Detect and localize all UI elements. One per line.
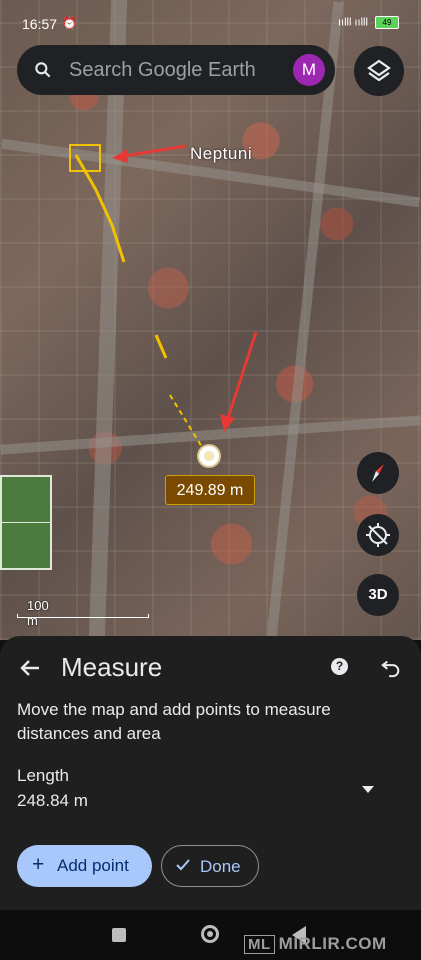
sheet-title: Measure — [61, 652, 163, 682]
done-button[interactable]: Done — [161, 845, 259, 887]
status-time: 16:57 — [22, 16, 58, 32]
measure-sheet: Measure ? Move the map and add points to… — [0, 636, 421, 910]
add-point-button[interactable]: + Add point — [17, 845, 152, 887]
layers-icon — [367, 59, 391, 82]
search-placeholder[interactable]: Search Google Earth — [69, 59, 256, 82]
status-bar: 16:57 ⏰ ıılll ıılll 49 — [0, 16, 421, 36]
measure-path — [169, 394, 206, 453]
measure-path — [154, 334, 168, 359]
current-distance-label: 249.89 m — [165, 475, 255, 505]
watermark-box: ML — [244, 935, 275, 954]
annotation-label: Neptuni — [190, 144, 253, 163]
compass-icon — [372, 464, 384, 482]
back-arrow-icon[interactable] — [18, 656, 42, 680]
expand-dropdown-icon[interactable] — [362, 786, 374, 793]
home-button[interactable] — [201, 925, 219, 943]
length-value: 248.84 m — [17, 791, 88, 810]
annotation-arrow — [226, 331, 258, 419]
annotation-arrow — [123, 144, 187, 158]
measure-point-marker[interactable] — [199, 446, 219, 466]
location-disabled-icon — [366, 523, 390, 547]
help-icon[interactable]: ? — [331, 658, 348, 675]
highlighted-building — [69, 144, 101, 172]
check-icon — [176, 859, 190, 871]
watermark-text: MIRLIR.COM — [278, 934, 387, 953]
search-icon — [35, 62, 51, 78]
account-avatar[interactable]: M — [293, 54, 325, 86]
annotation-arrowhead — [112, 149, 128, 163]
done-label: Done — [200, 857, 241, 876]
compass-button[interactable] — [357, 452, 399, 494]
watermark: ML MIRLIR.COM — [244, 934, 387, 954]
layers-button[interactable] — [354, 46, 404, 96]
add-point-label: Add point — [57, 856, 129, 875]
scale-label: 100 m — [27, 598, 49, 628]
battery-icon: 49 — [375, 16, 399, 29]
length-label: Length — [17, 766, 69, 785]
annotation-arrowhead — [220, 414, 235, 432]
my-location-button[interactable] — [357, 514, 399, 556]
alarm-icon: ⏰ — [62, 16, 77, 30]
instructions-text: Move the map and add points to measure d… — [17, 700, 331, 743]
recents-button[interactable] — [112, 928, 126, 942]
search-bar[interactable]: Search Google Earth M — [17, 45, 335, 95]
signal-icon: ıılll ıılll — [337, 16, 368, 29]
plus-icon: + — [32, 853, 45, 876]
scale-bar — [17, 614, 149, 618]
undo-icon[interactable] — [380, 656, 402, 678]
status-right: ıılll ıılll 49 — [338, 16, 399, 29]
view-3d-button[interactable]: 3D — [357, 574, 399, 616]
